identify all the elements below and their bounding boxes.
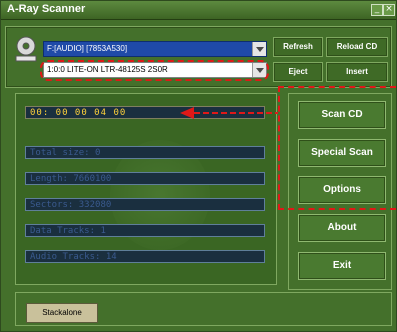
status-button[interactable]: Stackalone bbox=[26, 303, 98, 323]
audio-tracks-field: Audio Tracks: 14 bbox=[25, 250, 265, 263]
exit-button[interactable]: Exit bbox=[298, 252, 386, 280]
chevron-down-icon[interactable] bbox=[252, 42, 266, 56]
reload-cd-button[interactable]: Reload CD bbox=[326, 37, 388, 57]
drive-select[interactable]: F:[AUDIO] [7853A530] bbox=[43, 41, 267, 57]
insert-button[interactable]: Insert bbox=[326, 62, 388, 82]
drive-select-value: F:[AUDIO] [7853A530] bbox=[47, 44, 128, 53]
refresh-button[interactable]: Refresh bbox=[273, 37, 323, 57]
sectors-field: Sectors: 332080 bbox=[25, 198, 265, 211]
red-arrow-icon bbox=[180, 107, 278, 119]
about-button[interactable]: About bbox=[298, 214, 386, 242]
cd-drive-icon bbox=[15, 36, 37, 62]
highlight-buttons-box bbox=[278, 86, 396, 210]
title-bar: A-Ray Scanner _ × bbox=[1, 1, 396, 20]
highlight-device-box bbox=[40, 60, 269, 81]
length-field: Length: 7660100 bbox=[25, 172, 265, 185]
window-title: A-Ray Scanner bbox=[7, 3, 86, 15]
close-button[interactable]: × bbox=[383, 4, 395, 16]
eject-button[interactable]: Eject bbox=[273, 62, 323, 82]
data-tracks-field: Data Tracks: 1 bbox=[25, 224, 265, 237]
total-size-field: Total size: 0 bbox=[25, 146, 265, 159]
minimize-button[interactable]: _ bbox=[371, 4, 383, 16]
